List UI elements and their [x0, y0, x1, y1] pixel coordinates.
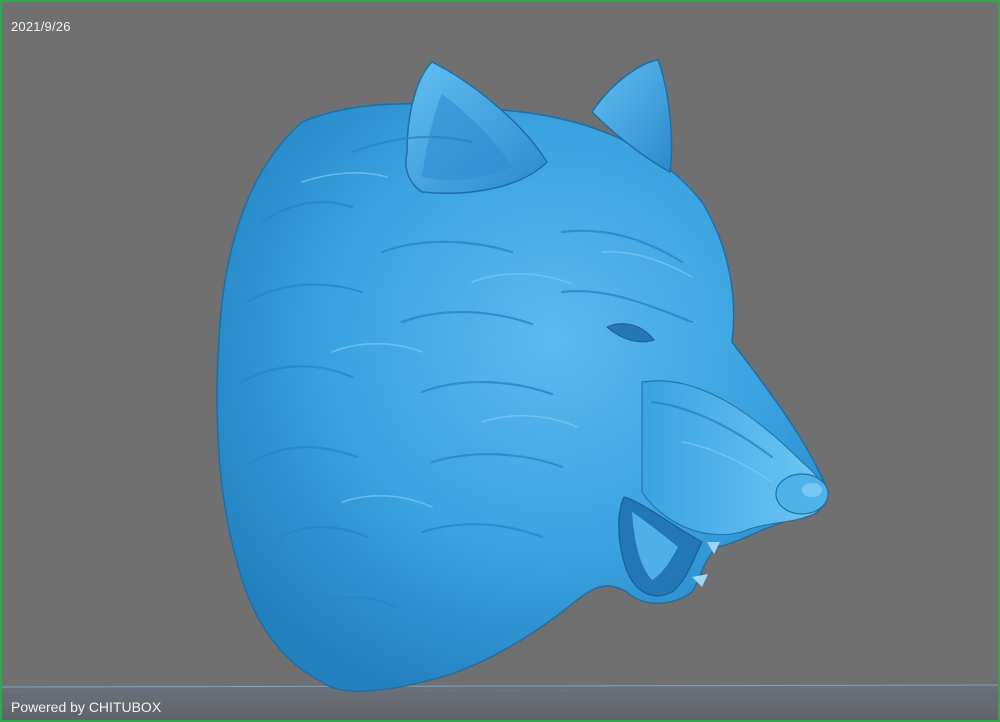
3d-viewport[interactable]: 2021/9/26 Powered by CHITUBOX [0, 0, 1000, 722]
powered-by-label: Powered by CHITUBOX [11, 699, 162, 715]
wolf-head-model-icon[interactable] [2, 2, 1000, 722]
date-label: 2021/9/26 [11, 19, 71, 34]
